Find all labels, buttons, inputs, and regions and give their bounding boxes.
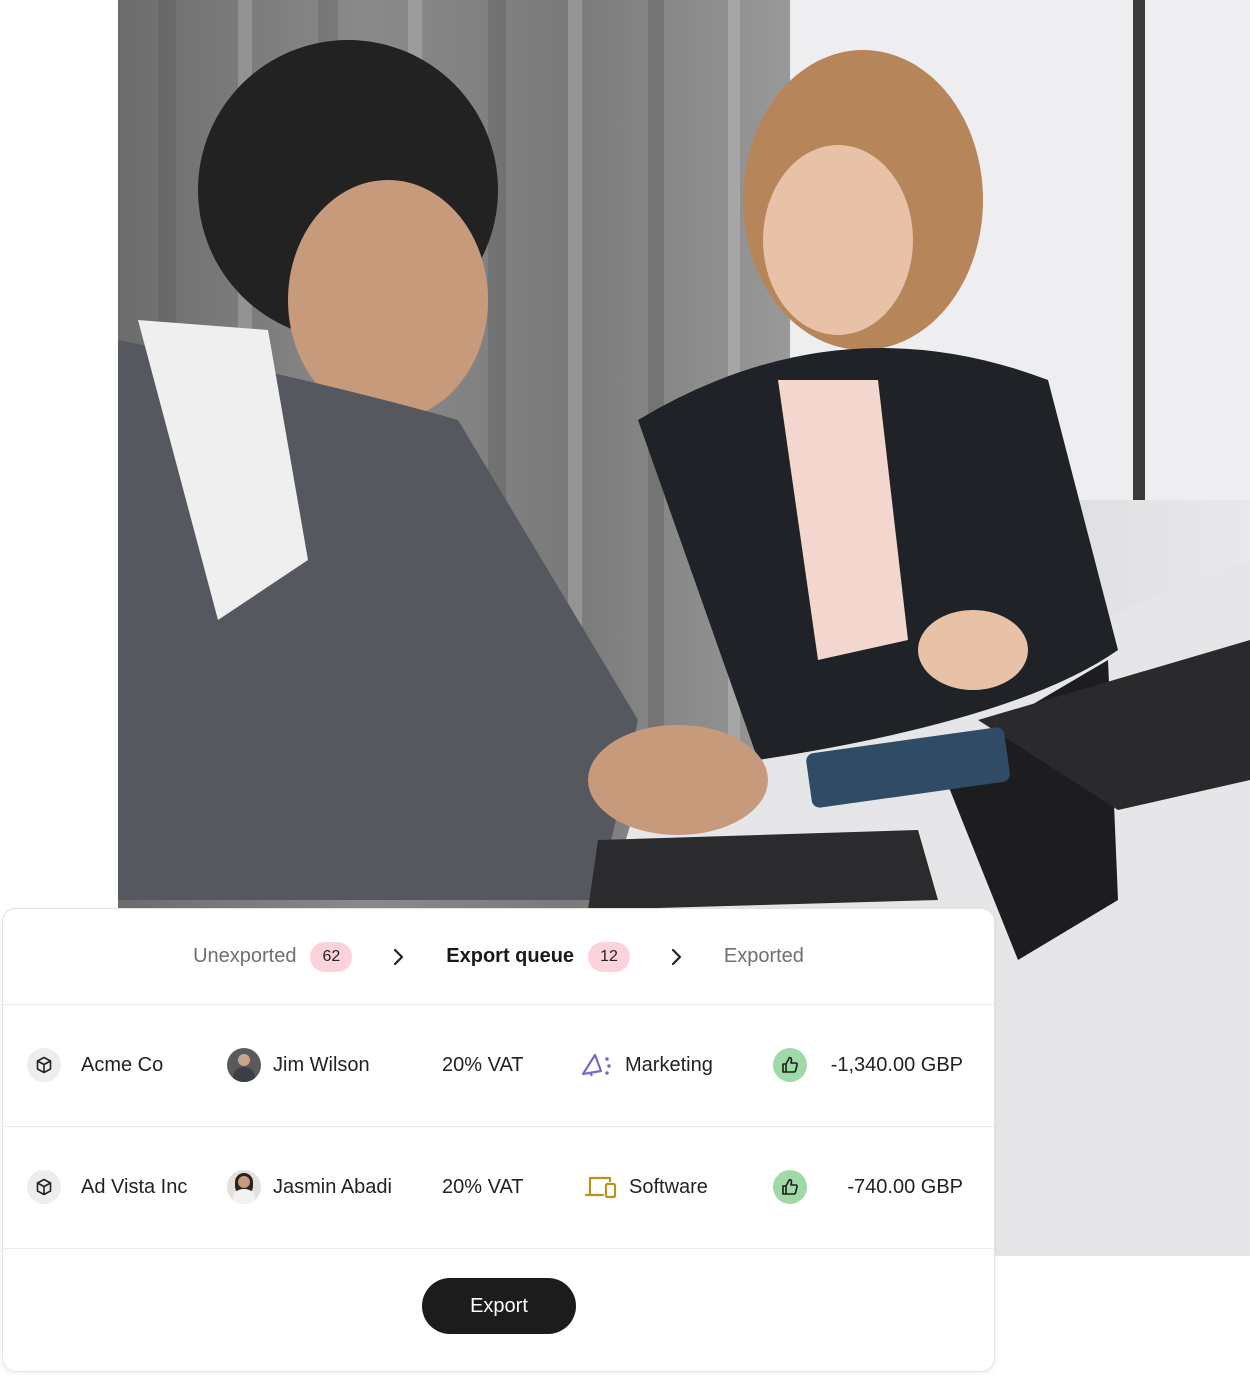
step-exported[interactable]: Exported	[724, 945, 804, 968]
devices-icon	[585, 1175, 617, 1199]
category-label: Marketing	[625, 1053, 713, 1076]
table-row[interactable]: Ad Vista Inc Jasmin Abadi 20% VAT Softwa…	[3, 1126, 994, 1249]
person-name: Jim Wilson	[273, 1053, 370, 1076]
table-row[interactable]: Acme Co Jim Wilson 20% VAT Marketing -1,…	[3, 1004, 994, 1127]
unexported-count-badge: 62	[310, 941, 353, 972]
avatar	[227, 1170, 261, 1204]
step-unexported[interactable]: Unexported 62	[193, 941, 353, 972]
company-box-icon	[27, 1048, 61, 1082]
company-name: Acme Co	[81, 1053, 164, 1076]
export-steps: Unexported 62 Export queue 12 Exported	[3, 909, 994, 1005]
step-unexported-label: Unexported	[193, 945, 297, 967]
category-label: Software	[629, 1175, 708, 1198]
company-name: Ad Vista Inc	[81, 1175, 188, 1198]
chevron-right-icon	[668, 948, 686, 966]
step-exported-label: Exported	[723, 945, 804, 967]
thumbs-up-icon[interactable]	[773, 1170, 807, 1204]
vat-rate: 20% VAT	[442, 1175, 524, 1198]
export-queue-count-badge: 12	[588, 941, 630, 972]
amount: -1,340.00 GBP	[830, 1053, 963, 1076]
export-card: Unexported 62 Export queue 12 Exported A…	[2, 908, 995, 1372]
step-export-queue[interactable]: Export queue 12	[446, 941, 630, 972]
megaphone-icon	[581, 1052, 613, 1078]
step-export-queue-label: Export queue	[446, 945, 575, 967]
thumbs-up-icon[interactable]	[773, 1048, 807, 1082]
person-name: Jasmin Abadi	[273, 1175, 392, 1198]
vat-rate: 20% VAT	[442, 1053, 524, 1076]
avatar	[227, 1048, 261, 1082]
export-button[interactable]: Export	[422, 1278, 576, 1334]
company-box-icon	[27, 1170, 61, 1204]
chevron-right-icon	[390, 948, 408, 966]
amount: -740.00 GBP	[847, 1175, 963, 1198]
